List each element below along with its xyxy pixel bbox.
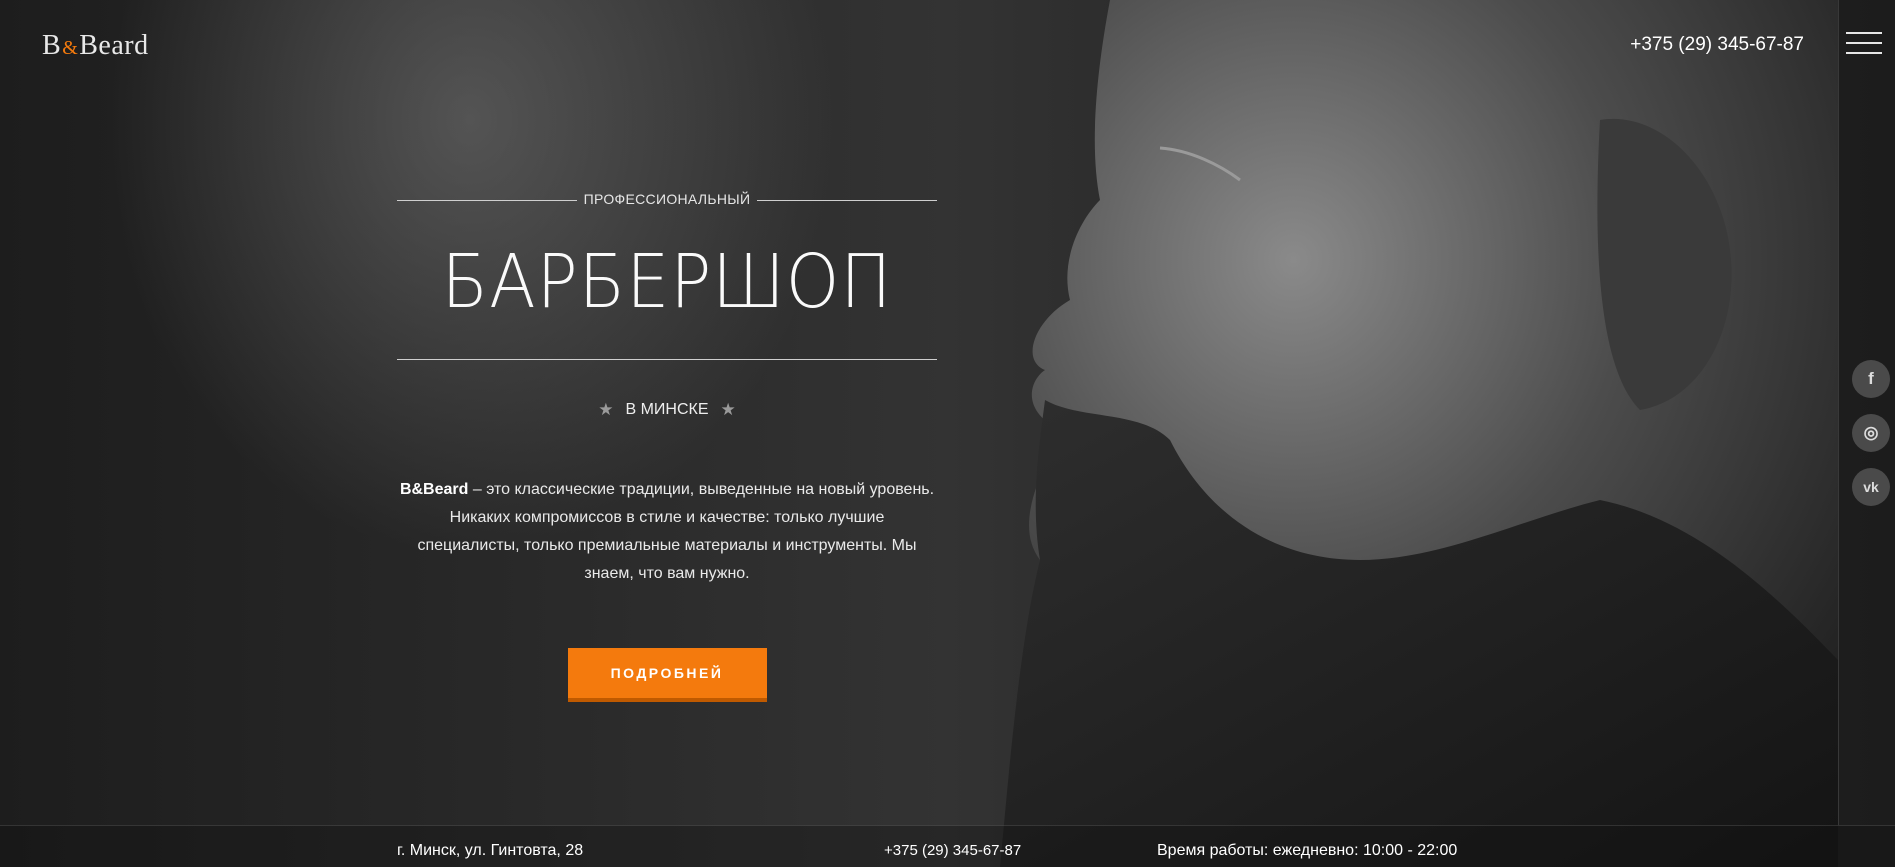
hero-content: ПРОФЕССИОНАЛЬНЫЙ БАРБЕРШОП ★ В МИНСКЕ ★ … [397, 185, 937, 702]
logo-letter-b: B [42, 30, 62, 61]
logo-word-beard: Beard [79, 30, 149, 61]
star-icon: ★ [598, 400, 614, 419]
vk-icon[interactable]: vk [1852, 468, 1890, 506]
instagram-icon[interactable]: ◎ [1852, 414, 1890, 452]
social-links: f ◎ vk [1852, 360, 1890, 522]
footer-address: г. Минск, ул. Гинтовта, 28 [397, 842, 584, 859]
title-divider [397, 359, 937, 360]
city-text: В МИНСКЕ [625, 401, 709, 418]
hero-section [0, 0, 1895, 867]
eyebrow-text: ПРОФЕССИОНАЛЬНЫЙ [583, 191, 751, 207]
hero-title: БАРБЕРШОП [441, 239, 893, 325]
info-bar: г. Минск, ул. Гинтовта, 28 +375 (29) 345… [0, 825, 1895, 867]
hamburger-menu-icon[interactable] [1846, 32, 1882, 58]
eyebrow: ПРОФЕССИОНАЛЬНЫЙ [397, 185, 937, 215]
footer-phone-link[interactable]: +375 (29) 345-67-87 [884, 842, 1021, 859]
city-line: ★ В МИНСКЕ ★ [397, 400, 937, 420]
facebook-icon[interactable]: f [1852, 360, 1890, 398]
header-phone-link[interactable]: +375 (29) 345-67-87 [1630, 34, 1804, 56]
logo-ampersand: & [62, 37, 79, 59]
eyebrow-line-right [757, 200, 937, 201]
bearded-man-photo [1000, 0, 1838, 867]
instagram-glyph: ◎ [1863, 423, 1879, 442]
facebook-glyph: f [1868, 369, 1874, 388]
right-divider [1838, 0, 1839, 825]
hero-description: B&Beard – это классические традиции, выв… [397, 476, 937, 588]
more-details-button[interactable]: ПОДРОБНЕЙ [567, 648, 767, 702]
brand-logo[interactable]: B&Beard [42, 30, 149, 62]
brand-name-bold: B&Beard [399, 481, 469, 498]
vk-glyph: vk [1863, 479, 1879, 495]
footer-hours: Время работы: ежедневно: 10:00 - 22:00 [1157, 842, 1458, 859]
star-icon: ★ [720, 400, 736, 419]
description-text: – это классические традиции, выведенные … [417, 481, 935, 582]
